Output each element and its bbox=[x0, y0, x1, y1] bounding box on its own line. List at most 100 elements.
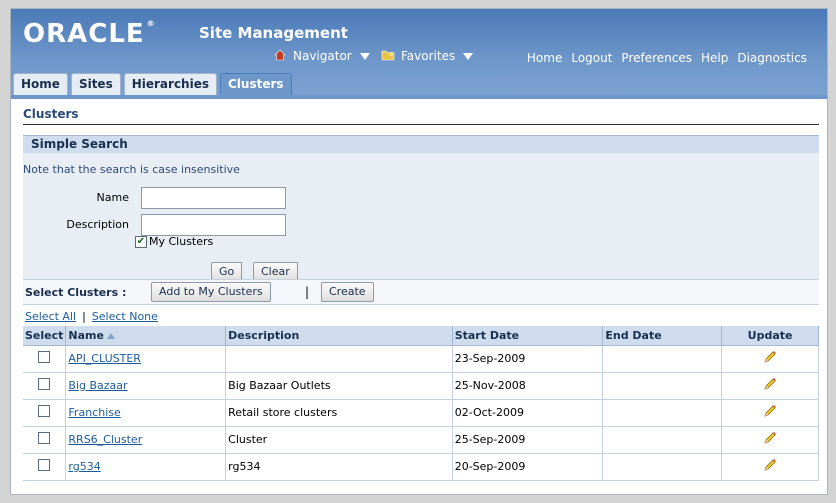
start-date-cell: 25-Nov-2008 bbox=[452, 372, 604, 400]
update-cell bbox=[721, 372, 819, 400]
select-none-link[interactable]: Select None bbox=[92, 310, 158, 323]
tab-sites[interactable]: Sites bbox=[70, 73, 121, 95]
description-cell: Retail store clusters bbox=[225, 399, 453, 427]
navigator-label: Navigator bbox=[293, 49, 352, 63]
tab-clusters[interactable]: Clusters bbox=[220, 73, 292, 95]
simple-search-panel: Note that the search is case insensitive… bbox=[23, 153, 819, 282]
tab-home[interactable]: Home bbox=[13, 73, 68, 95]
description-input[interactable] bbox=[141, 214, 286, 236]
table-row: Franchise Retail store clusters 02-Oct-2… bbox=[23, 399, 819, 427]
name-cell: Franchise bbox=[65, 399, 227, 427]
row-select-cell bbox=[23, 372, 67, 400]
end-date-cell bbox=[602, 345, 723, 373]
row-checkbox[interactable] bbox=[38, 378, 51, 390]
simple-search-header: Simple Search bbox=[23, 135, 819, 153]
col-select: Select bbox=[23, 326, 67, 346]
chevron-down-icon bbox=[463, 52, 474, 60]
cluster-name-link[interactable]: Franchise bbox=[68, 406, 120, 419]
search-note: Note that the search is case insensitive bbox=[23, 163, 240, 176]
description-cell: rg534 bbox=[225, 453, 453, 481]
home-icon bbox=[273, 49, 287, 63]
app-title: Site Management bbox=[199, 24, 348, 42]
row-checkbox[interactable] bbox=[38, 459, 51, 471]
row-checkbox[interactable] bbox=[38, 351, 51, 363]
table-row: rg534 rg534 20-Sep-2009 bbox=[23, 453, 819, 481]
update-cell bbox=[721, 453, 819, 481]
col-name-label: Name bbox=[68, 328, 104, 342]
my-clusters-checkbox[interactable]: ✔ bbox=[135, 235, 147, 248]
header-banner: ORACLE ® Site Management Navigator Favori… bbox=[11, 9, 827, 99]
tab-hierarchies[interactable]: Hierarchies bbox=[123, 73, 217, 95]
col-start-date: Start Date bbox=[452, 326, 604, 346]
pencil-icon[interactable] bbox=[762, 403, 778, 419]
row-select-cell bbox=[23, 426, 67, 454]
name-cell: API_CLUSTER bbox=[65, 345, 227, 373]
row-select-cell bbox=[23, 399, 67, 427]
row-checkbox[interactable] bbox=[38, 432, 51, 444]
tab-underline bbox=[11, 95, 827, 99]
logout-link[interactable]: Logout bbox=[571, 51, 612, 65]
preferences-link[interactable]: Preferences bbox=[621, 51, 692, 65]
my-clusters-label: My Clusters bbox=[149, 235, 214, 248]
app-window: ORACLE ® Site Management Navigator Favori… bbox=[10, 8, 828, 495]
name-cell: RRS6_Cluster bbox=[65, 426, 227, 454]
table-row: Big Bazaar Big Bazaar Outlets 25-Nov-200… bbox=[23, 372, 819, 400]
select-clusters-title: Select Clusters : bbox=[25, 286, 127, 299]
tab-bar: Home Sites Hierarchies Clusters bbox=[13, 73, 292, 95]
start-date-cell: 02-Oct-2009 bbox=[452, 399, 604, 427]
select-clusters-bar: Select Clusters : Add to My Clusters | C… bbox=[23, 279, 819, 305]
cluster-name-link[interactable]: rg534 bbox=[68, 460, 100, 473]
name-label: Name bbox=[96, 191, 129, 204]
start-date-cell: 20-Sep-2009 bbox=[452, 453, 604, 481]
table-row: API_CLUSTER 23-Sep-2009 bbox=[23, 345, 819, 373]
cluster-name-link[interactable]: Big Bazaar bbox=[68, 379, 127, 392]
oracle-logo: ORACLE ® bbox=[23, 19, 156, 49]
diagnostics-link[interactable]: Diagnostics bbox=[737, 51, 807, 65]
cluster-name-link[interactable]: API_CLUSTER bbox=[68, 352, 141, 365]
description-cell bbox=[225, 345, 453, 373]
add-to-my-clusters-button[interactable]: Add to My Clusters bbox=[151, 282, 271, 302]
table-row: RRS6_Cluster Cluster 25-Sep-2009 bbox=[23, 426, 819, 454]
page-title: Clusters bbox=[23, 105, 819, 125]
name-cell: Big Bazaar bbox=[65, 372, 227, 400]
name-cell: rg534 bbox=[65, 453, 227, 481]
name-input[interactable] bbox=[141, 187, 286, 209]
row-checkbox[interactable] bbox=[38, 405, 51, 417]
description-cell: Big Bazaar Outlets bbox=[225, 372, 453, 400]
update-cell bbox=[721, 426, 819, 454]
pencil-icon[interactable] bbox=[762, 457, 778, 473]
cluster-name-link[interactable]: RRS6_Cluster bbox=[68, 433, 142, 446]
my-clusters-option[interactable]: ✔ My Clusters bbox=[135, 235, 213, 248]
clusters-table: Select Name Description Start Date End D… bbox=[23, 326, 819, 481]
select-all-link[interactable]: Select All bbox=[25, 310, 76, 323]
start-date-cell: 23-Sep-2009 bbox=[452, 345, 604, 373]
table-header-row: Select Name Description Start Date End D… bbox=[23, 326, 819, 346]
folder-star-icon bbox=[381, 49, 395, 63]
update-cell bbox=[721, 399, 819, 427]
favorites-menu[interactable]: Favorites bbox=[381, 49, 474, 63]
help-link[interactable]: Help bbox=[701, 51, 728, 65]
pencil-icon[interactable] bbox=[762, 430, 778, 446]
favorites-label: Favorites bbox=[401, 49, 456, 63]
chevron-down-icon bbox=[359, 52, 370, 60]
home-link[interactable]: Home bbox=[527, 51, 562, 65]
create-button[interactable]: Create bbox=[321, 282, 374, 302]
link-separator: | bbox=[82, 310, 86, 323]
end-date-cell bbox=[602, 372, 723, 400]
pencil-icon[interactable] bbox=[762, 349, 778, 365]
row-select-cell bbox=[23, 453, 67, 481]
row-select-cell bbox=[23, 345, 67, 373]
col-end-date: End Date bbox=[602, 326, 723, 346]
update-cell bbox=[721, 345, 819, 373]
global-links: Home Logout Preferences Help Diagnostics bbox=[527, 51, 807, 65]
col-name[interactable]: Name bbox=[65, 326, 227, 346]
description-label: Description bbox=[66, 218, 129, 231]
description-cell: Cluster bbox=[225, 426, 453, 454]
col-update: Update bbox=[721, 326, 819, 346]
pencil-icon[interactable] bbox=[762, 376, 778, 392]
sort-ascending-icon bbox=[106, 332, 115, 339]
navigator-menu[interactable]: Navigator bbox=[273, 49, 370, 63]
end-date-cell bbox=[602, 453, 723, 481]
toolbar-separator: | bbox=[305, 285, 310, 299]
col-description: Description bbox=[225, 326, 453, 346]
